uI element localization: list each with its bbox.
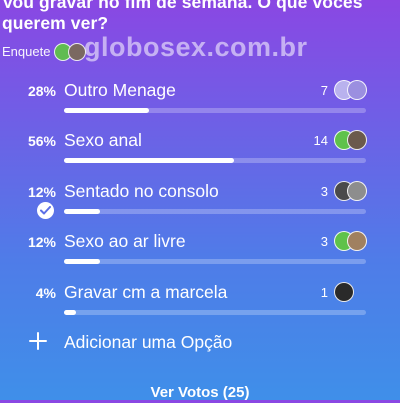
avatar — [347, 130, 367, 150]
option-progress-bar — [64, 209, 101, 214]
option-progress-track — [64, 108, 366, 113]
option-percent: 12% — [27, 184, 56, 200]
poll-type: Enquete — [2, 43, 87, 61]
check-icon — [37, 202, 54, 219]
option-label: Gravar cm a marcela — [64, 282, 228, 302]
option-progress-track — [64, 259, 366, 264]
plus-icon — [28, 331, 48, 356]
option-percent: 4% — [35, 285, 56, 301]
option-label: Outro Menage — [64, 80, 176, 100]
option-progress-bar — [64, 310, 77, 315]
option-progress-bar — [64, 108, 149, 113]
avatar — [347, 80, 367, 100]
poll-option[interactable]: 4% Gravar cm a marcela 1 — [0, 282, 400, 333]
poll-question: Vou gravar no fim de semana. O que vocês… — [2, 0, 363, 33]
option-label: Sexo ao ar livre — [64, 231, 186, 251]
option-percent: 12% — [27, 234, 56, 250]
poll-option[interactable]: 12% Sexo ao ar livre 3 — [0, 231, 400, 282]
poll-option[interactable]: 56% Sexo anal 14 — [0, 130, 400, 181]
poll-type-label: Enquete — [2, 44, 51, 59]
poll-option[interactable]: 28% Outro Menage 7 — [0, 80, 400, 131]
option-percent: 56% — [27, 133, 56, 149]
avatar — [347, 231, 367, 251]
option-voters[interactable] — [334, 130, 367, 150]
option-vote-count: 1 — [320, 285, 328, 300]
option-vote-count: 3 — [320, 234, 328, 249]
add-option-button[interactable]: Adicionar uma Opção — [0, 330, 400, 356]
option-progress-bar — [64, 259, 101, 264]
option-vote-count: 3 — [320, 184, 328, 199]
option-label: Sentado no consolo — [64, 181, 219, 201]
watermark: globosex.com.br — [84, 32, 308, 62]
option-progress-track — [64, 158, 366, 163]
option-vote-count: 7 — [320, 83, 328, 98]
option-voters[interactable] — [334, 181, 367, 201]
poll-option[interactable]: 12% Sentado no consolo 3 — [0, 181, 400, 232]
option-label: Sexo anal — [64, 130, 142, 150]
option-progress-track — [64, 209, 366, 214]
avatar — [334, 282, 354, 302]
avatar — [347, 181, 367, 201]
option-percent: 28% — [27, 83, 56, 99]
option-vote-count: 14 — [313, 133, 328, 148]
option-voters[interactable] — [334, 231, 367, 251]
recent-voters — [54, 43, 87, 61]
option-voters[interactable] — [334, 80, 367, 100]
add-option-label: Adicionar uma Opção — [64, 332, 233, 352]
view-votes-button[interactable]: Ver Votos (25) — [0, 383, 400, 403]
option-progress-bar — [64, 158, 234, 163]
option-voters[interactable] — [334, 282, 354, 302]
option-progress-track — [64, 310, 366, 315]
